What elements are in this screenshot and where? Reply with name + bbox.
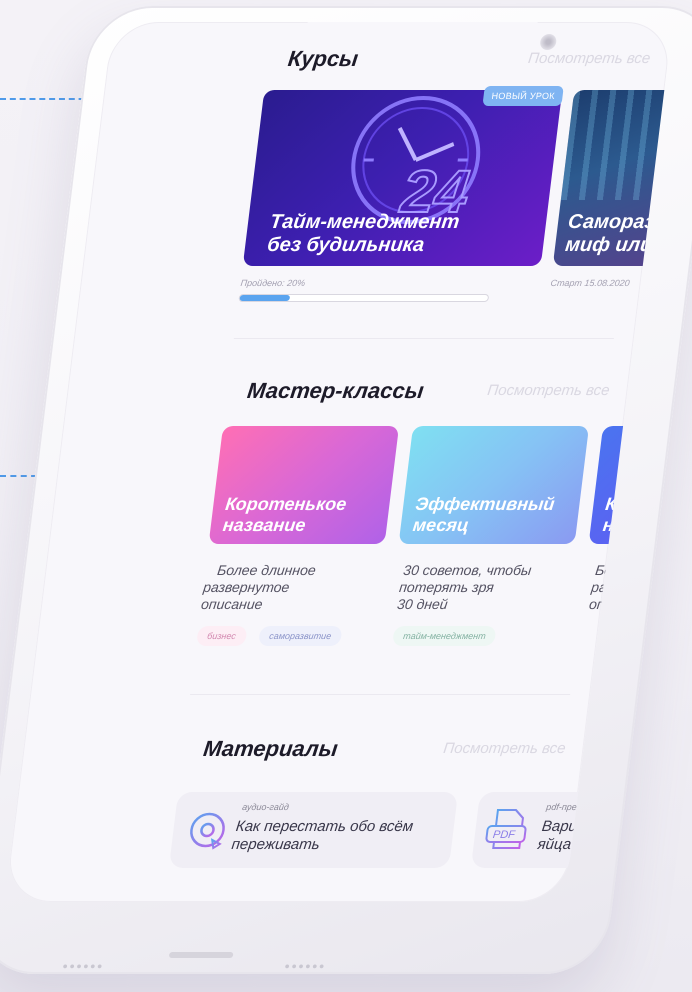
masterclass-card-short-name[interactable]: Коротенькое название <box>208 426 400 544</box>
material-card-audio-guide[interactable]: аудио-гайд Как перестать обо всём пережи… <box>168 792 459 868</box>
material-type-label: аудио-гайд <box>241 802 290 812</box>
course-progress-label: Пройдено: 20% <box>240 278 306 288</box>
masterclass-title-line2: название <box>221 515 307 535</box>
pdf-file-icon: PDF <box>485 809 527 849</box>
masterclass-desc-line2: потерять зря <box>398 579 495 595</box>
course-title-line2: без будильника <box>265 234 426 256</box>
masterclass-desc-line3: описание <box>200 596 264 612</box>
speaker-grille-left: •••••• <box>61 958 106 974</box>
section-divider <box>233 338 614 339</box>
material-title-line2: переживать <box>230 836 321 853</box>
tag-self-development[interactable]: саморазвитие <box>258 626 343 646</box>
masterclass-desc-line1: Более длинное <box>216 562 317 578</box>
material-title-line2: яйца <box>536 836 573 853</box>
new-lesson-badge: НОВЫЙ УРОК <box>482 86 565 106</box>
material-title-line1: Как перестать обо всём <box>234 818 415 835</box>
masterclass-desc-line2: развернутое <box>202 579 291 595</box>
masterclass-title-line1: Коротенькое <box>224 494 348 514</box>
masterclass-desc-line3: 30 дней <box>396 596 449 612</box>
masterclass-title-line1: Эффективный <box>414 494 556 514</box>
phone-mockup: Курсы Посмотреть все 24 Тайм-менеджмент … <box>0 0 692 992</box>
section-divider <box>190 694 571 695</box>
course-title-line1: Тайм-менеджмент <box>268 211 461 233</box>
tag-time-management[interactable]: тайм-менеджмент <box>392 626 497 646</box>
courses-see-all-link[interactable]: Посмотреть все <box>527 50 651 67</box>
material-type-label: pdf-пре <box>545 802 578 812</box>
masterclass-card-effective-month[interactable]: Эффективный месяц <box>398 426 590 544</box>
masterclass-desc-line1: 30 советов, чтобы <box>402 562 533 578</box>
materials-title: Материалы <box>201 736 340 761</box>
courses-title: Курсы <box>286 46 360 71</box>
materials-see-all-link[interactable]: Посмотреть все <box>442 740 566 757</box>
course-progress-bar <box>238 294 490 302</box>
masterclasses-title: Мастер-классы <box>245 378 426 403</box>
charging-port <box>168 952 234 958</box>
masterclass-title-line2: месяц <box>411 515 470 535</box>
course-card-time-management[interactable]: 24 Тайм-менеджмент без будильника <box>242 90 563 266</box>
earpiece-icon <box>539 34 558 50</box>
pdf-icon-text: PDF <box>492 829 517 841</box>
audio-disc-icon <box>190 812 225 850</box>
material-title-line1: Вари <box>540 818 579 835</box>
course-progress-fill <box>239 295 290 301</box>
tag-business[interactable]: бизнес <box>196 626 248 646</box>
phone-screen: Курсы Посмотреть все 24 Тайм-менеджмент … <box>4 22 673 902</box>
course-start-date: Старт 15.08.2020 <box>550 278 631 288</box>
speaker-grille-right: •••••• <box>283 958 328 974</box>
masterclasses-see-all-link[interactable]: Посмотреть все <box>486 382 610 399</box>
